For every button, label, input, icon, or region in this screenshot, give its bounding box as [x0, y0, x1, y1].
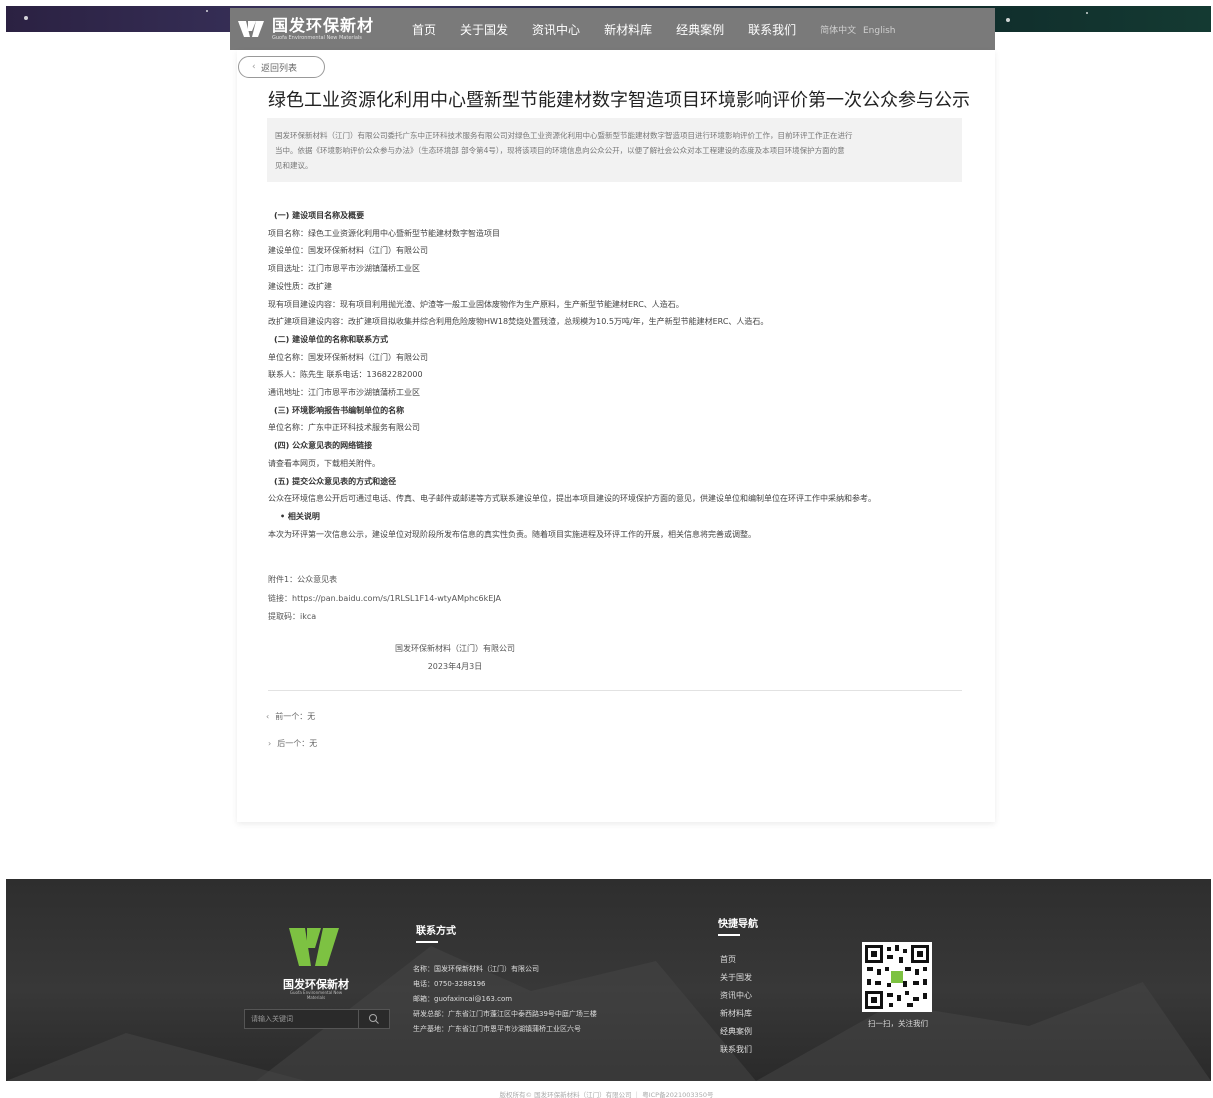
mountain-decoration: [756, 982, 1211, 1081]
contact-title-underline: [416, 941, 438, 943]
body-line: 建设性质：改扩建: [268, 282, 332, 291]
nav-item-news[interactable]: 资讯中心: [520, 21, 592, 38]
signature-company: 国发环保新材料（江门）有限公司: [395, 644, 515, 653]
logo-subtitle: Guofa Environmental New Materials: [272, 34, 362, 41]
nav-items: 首页 关于国发 资讯中心 新材料库 经典案例 联系我们: [400, 21, 808, 38]
contact-line: 研发总部：广东省江门市蓬江区中泰西路39号中庭广场三楼: [413, 1010, 597, 1018]
contact-line: 电话：0750-3288196: [413, 980, 486, 988]
language-switch: 简体中文 English: [820, 23, 899, 36]
section-heading: (四) 公众意见表的网络链接: [274, 441, 373, 450]
body-line: 联系人：陈先生 联系电话：13682282000: [268, 370, 423, 379]
nav-item-materials[interactable]: 新材料库: [592, 21, 664, 38]
attachment-code: 提取码：ikca: [268, 612, 317, 621]
search-input[interactable]: 请输入关键词: [245, 1010, 359, 1028]
copyright: 版权所有© 国发环保新材料（江门）有限公司 ｜ 粤ICP备2021003350号: [499, 1091, 714, 1098]
body-line: 请查看本网页，下载相关附件。: [268, 459, 380, 468]
prev-article-link[interactable]: ‹ 前一个：无: [266, 711, 315, 722]
chevron-right-icon: ›: [268, 739, 272, 748]
footer-logo-mark-icon[interactable]: [283, 922, 343, 970]
logo[interactable]: 国发环保新材 Guofa Environmental New Materials: [272, 15, 375, 42]
footer-nav-contact[interactable]: 联系我们: [720, 1044, 752, 1055]
signature-date: 2023年4月3日: [427, 662, 483, 671]
section-heading: (五) 提交公众意见表的方式和途径: [274, 477, 397, 486]
footer-nav-about[interactable]: 关于国发: [720, 972, 752, 983]
quick-nav-title: 快捷导航: [718, 919, 758, 930]
chevron-left-icon: ‹: [266, 712, 270, 721]
bullet-heading: • 相关说明: [280, 512, 320, 521]
star-decoration: [206, 10, 208, 12]
search-icon: [369, 1014, 379, 1024]
star-decoration: [1006, 18, 1010, 22]
back-label: 返回列表: [261, 63, 298, 74]
mountain-decoration: [6, 1033, 306, 1081]
summary-line: 当中。依据《环境影响评价公众参与办法》（生态环境部 部令第4号），现将该项目的环…: [275, 146, 845, 155]
body-line: 建设单位：国发环保新材料（江门）有限公司: [268, 246, 428, 255]
article-summary: 国发环保新材料（江门）有限公司委托广东中正环科技术服务有限公司对绿色工业资源化利…: [267, 118, 962, 182]
summary-line: 国发环保新材料（江门）有限公司委托广东中正环科技术服务有限公司对绿色工业资源化利…: [275, 131, 853, 140]
back-to-list-button[interactable]: ‹ 返回列表: [238, 56, 325, 78]
footer-nav-news[interactable]: 资讯中心: [720, 990, 752, 1001]
section-heading: (二) 建设单位的名称和联系方式: [274, 335, 389, 344]
next-label: 后一个：无: [277, 739, 318, 748]
footer-nav-materials[interactable]: 新材料库: [720, 1008, 752, 1019]
nav-item-contact[interactable]: 联系我们: [736, 21, 808, 38]
qr-caption: 扫一扫，关注我们: [868, 1019, 928, 1028]
footer-search: 请输入关键词: [244, 1009, 390, 1029]
qr-code-graphic: [865, 945, 929, 1009]
contact-title: 联系方式: [416, 926, 456, 937]
chevron-left-icon: ‹: [252, 62, 256, 72]
search-button[interactable]: [359, 1010, 389, 1028]
attachment-link[interactable]: 链接：https://pan.baidu.com/s/1RLSL1F14-wty…: [268, 593, 501, 604]
lang-en[interactable]: English: [863, 26, 896, 36]
logo-mark-icon[interactable]: [236, 17, 266, 41]
star-decoration: [24, 16, 28, 20]
quick-nav-underline: [718, 934, 740, 936]
body-line: 单位名称：广东中正环科技术服务有限公司: [268, 423, 420, 432]
qr-code-icon: [862, 942, 932, 1012]
divider: [268, 690, 962, 691]
contact-line: 生产基地：广东省江门市恩平市沙湖镇蒲桥工业区六号: [413, 1025, 581, 1033]
next-article-link[interactable]: › 后一个：无: [268, 738, 317, 749]
star-decoration: [1086, 12, 1088, 14]
footer-logo-subtitle: Guofa Environmental New Materials: [289, 990, 343, 1000]
attachment-file: 附件1：公众意见表: [268, 575, 338, 584]
footer-nav-home[interactable]: 首页: [720, 954, 736, 965]
section-heading: (三) 环境影响报告书编制单位的名称: [274, 406, 405, 415]
section-heading: (一) 建设项目名称及概要: [274, 211, 365, 220]
contact-line: 名称：国发环保新材料（江门）有限公司: [413, 965, 539, 973]
lang-zh[interactable]: 简体中文: [820, 26, 856, 36]
footer: [6, 879, 1211, 1081]
body-line: 通讯地址：江门市恩平市沙湖镇蒲桥工业区: [268, 388, 420, 397]
body-line: 单位名称：国发环保新材料（江门）有限公司: [268, 353, 428, 362]
body-line: 公众在环境信息公开后可通过电话、传真、电子邮件或邮递等方式联系建设单位，提出本项…: [268, 494, 876, 503]
body-line: 改扩建项目建设内容：改扩建项目拟收集并综合利用危险废物HW18焚烧处置残渣，总规…: [268, 317, 769, 326]
nav-item-about[interactable]: 关于国发: [448, 21, 520, 38]
body-line: 项目名称：绿色工业资源化利用中心暨新型节能建材数字智造项目: [268, 229, 500, 238]
summary-line: 见和建议。: [275, 161, 313, 170]
main-nav: 国发环保新材 Guofa Environmental New Materials…: [230, 8, 995, 50]
body-line: 现有项目建设内容：现有项目利用抛光渣、炉渣等一般工业固体废物作为生产原料，生产新…: [268, 300, 684, 309]
article-title: 绿色工业资源化利用中心暨新型节能建材数字智造项目环境影响评价第一次公众参与公示: [268, 90, 970, 111]
prev-label: 前一个：无: [275, 712, 316, 721]
nav-item-home[interactable]: 首页: [400, 21, 448, 38]
contact-line[interactable]: 邮箱：guofaxincai@163.com: [413, 994, 512, 1004]
nav-item-cases[interactable]: 经典案例: [664, 21, 736, 38]
logo-text: 国发环保新材: [272, 15, 375, 35]
body-line: 本次为环评第一次信息公示，建设单位对现阶段所发布信息的真实性负责。随着项目实施进…: [268, 530, 756, 539]
footer-nav-cases[interactable]: 经典案例: [720, 1026, 752, 1037]
body-line: 项目选址：江门市恩平市沙湖镇蒲桥工业区: [268, 264, 420, 273]
